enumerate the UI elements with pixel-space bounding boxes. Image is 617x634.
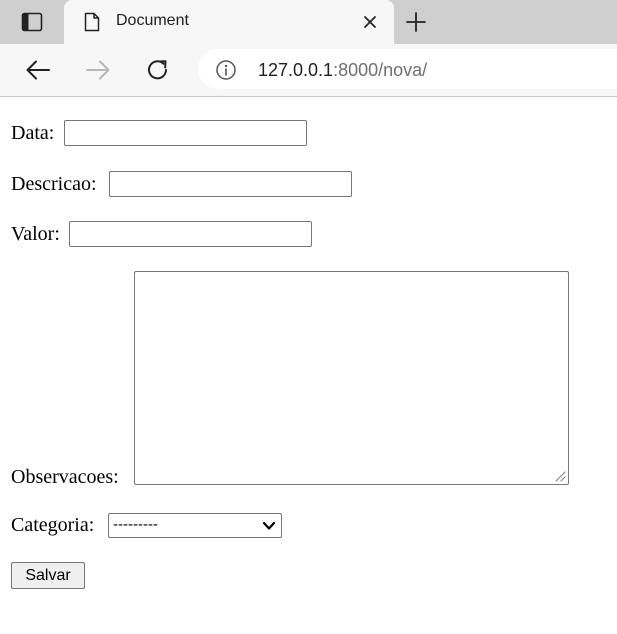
toolbar: 127.0.0.1:8000/nova/ [0,44,617,97]
page-content: Data: Descricao: Valor: Observacoes: Cat… [0,97,617,634]
resize-grip-icon[interactable] [553,469,566,482]
info-icon[interactable] [215,59,237,81]
tab-strip: Document [0,0,617,44]
valor-input[interactable] [69,221,312,247]
plus-icon[interactable] [403,9,429,35]
document-icon [82,11,102,33]
valor-label: Valor: [11,223,60,245]
descricao-label: Descricao: [11,173,97,195]
observacoes-label: Observacoes: [11,466,119,488]
arrow-left-icon[interactable] [24,56,52,84]
categoria-label: Categoria: [11,514,95,536]
tab-title: Document [116,12,189,29]
tab-document[interactable]: Document [64,0,394,44]
data-label: Data: [11,122,55,144]
observacoes-textarea[interactable] [134,271,569,485]
chevron-down-icon [262,521,276,530]
reload-icon[interactable] [144,56,172,84]
salvar-button[interactable]: Salvar [11,562,85,589]
categoria-selected-value: --------- [113,516,158,533]
address-bar[interactable]: 127.0.0.1:8000/nova/ [198,49,617,89]
arrow-right-icon[interactable] [84,56,112,84]
browser-window: Document 127.0.0.1:8000/nova/ Data: Desc… [0,0,617,634]
close-icon[interactable] [359,12,381,32]
url-host: 127.0.0.1 [258,60,334,80]
tab-actions-icon[interactable] [18,10,46,34]
url-path: :8000/nova/ [333,60,428,80]
categoria-select[interactable]: --------- [108,513,282,538]
data-input[interactable] [64,120,307,146]
url-text: 127.0.0.1:8000/nova/ [258,60,427,81]
descricao-input[interactable] [109,171,352,197]
